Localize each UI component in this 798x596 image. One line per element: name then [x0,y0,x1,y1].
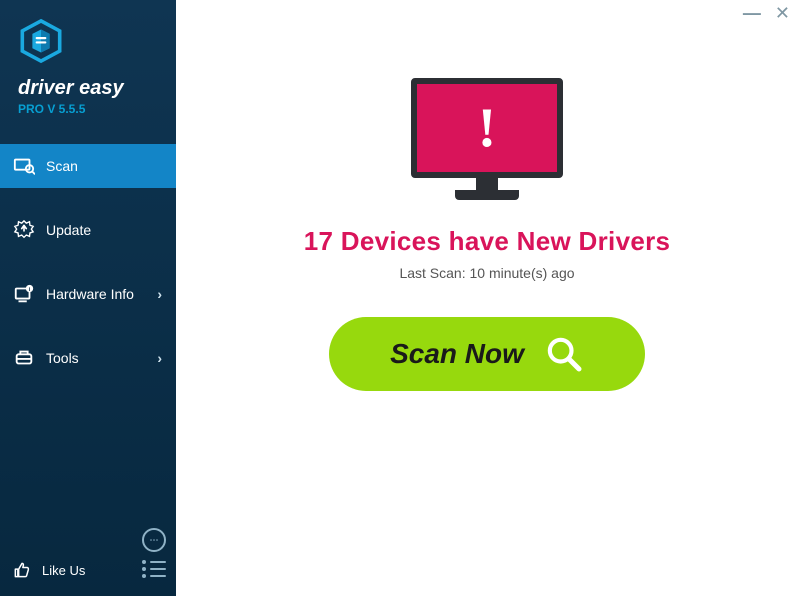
chevron-right-icon: › [157,350,162,366]
sidebar-item-label: Scan [46,158,162,174]
window-controls: — ✕ [743,4,790,22]
sidebar-item-update[interactable]: Update [0,208,176,252]
scan-icon [12,154,36,178]
like-us-button[interactable]: Like Us [10,558,85,582]
close-button[interactable]: ✕ [775,4,790,22]
brand-name: driver easy [18,77,176,100]
exclamation-icon: ! [411,78,563,178]
main-panel: — ✕ ! 17 Devices have New Drivers Last S… [176,0,798,596]
sidebar-utility-icons [142,528,166,578]
minimize-button[interactable]: — [743,4,761,22]
sidebar-item-tools[interactable]: Tools › [0,336,176,380]
chevron-right-icon: › [157,286,162,302]
update-icon [12,218,36,242]
brand-version: PRO V 5.5.5 [18,102,176,116]
sidebar-item-label: Tools [46,350,157,366]
brand-block: driver easy PRO V 5.5.5 [0,0,176,126]
thumbs-up-icon [10,558,34,582]
alert-glyph: ! [478,96,497,160]
app-logo-icon [18,18,64,64]
scan-now-button[interactable]: Scan Now [329,317,645,391]
magnifier-icon [544,334,584,374]
sidebar-bottom: Like Us [0,552,176,588]
sidebar-item-scan[interactable]: Scan [0,144,176,188]
sidebar-item-label: Hardware Info [46,286,157,302]
sidebar: driver easy PRO V 5.5.5 Scan Update i Ha… [0,0,176,596]
alert-monitor-graphic: ! [411,78,563,200]
headline-text: 17 Devices have New Drivers [304,226,671,257]
scan-now-label: Scan Now [390,338,524,370]
menu-list-icon[interactable] [142,560,166,578]
sidebar-item-label: Update [46,222,162,238]
last-scan-text: Last Scan: 10 minute(s) ago [399,265,574,281]
hardware-info-icon: i [12,282,36,306]
sidebar-nav: Scan Update i Hardware Info › Tools › [0,144,176,380]
sidebar-item-hardware-info[interactable]: i Hardware Info › [0,272,176,316]
feedback-icon[interactable] [142,528,166,552]
tools-icon [12,346,36,370]
like-us-label: Like Us [42,563,85,578]
